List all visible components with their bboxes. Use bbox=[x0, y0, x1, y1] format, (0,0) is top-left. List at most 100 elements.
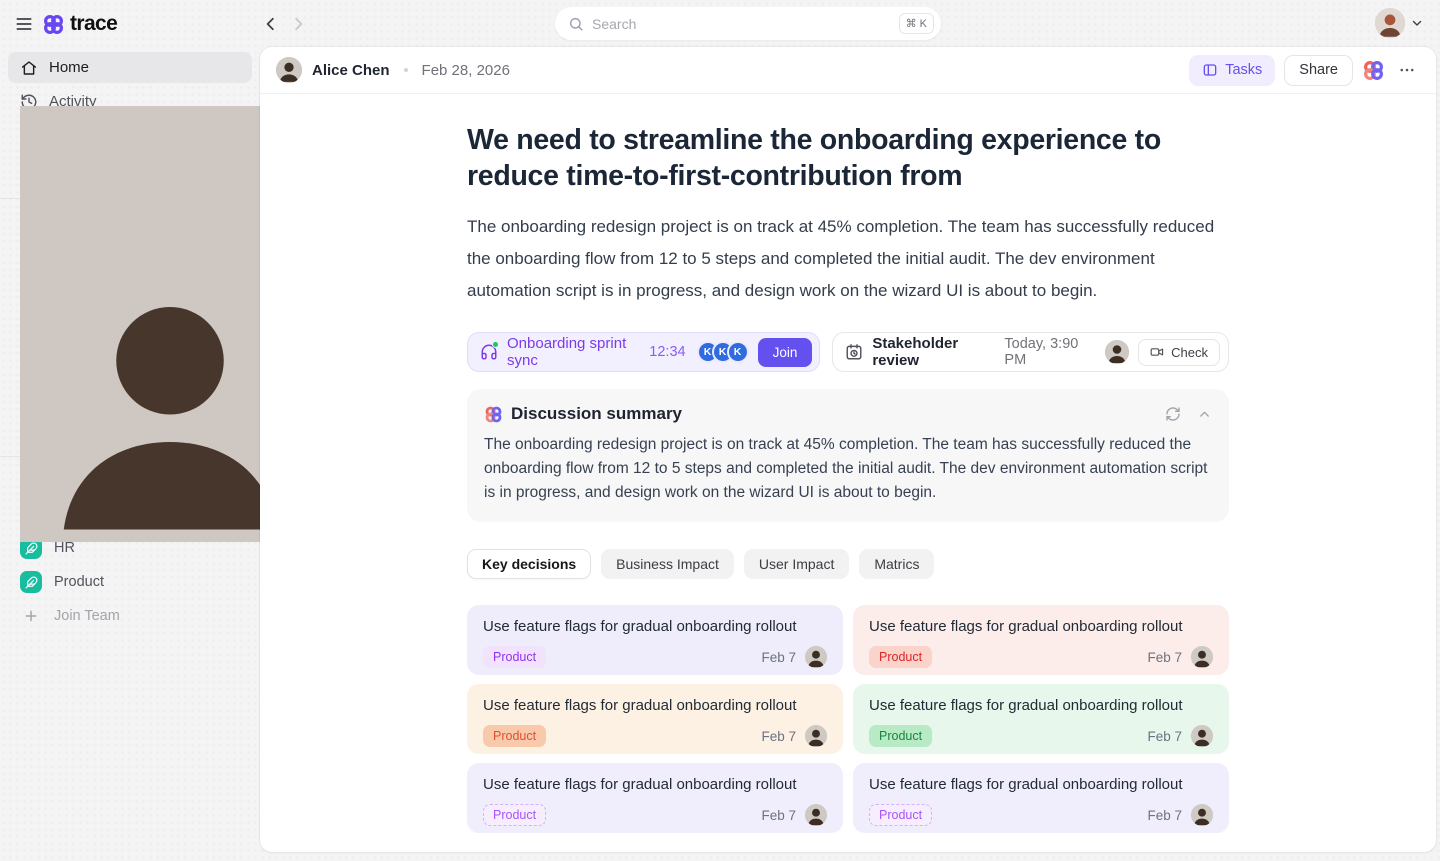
collapse-chevron-icon[interactable] bbox=[1197, 407, 1212, 422]
decision-card-avatar bbox=[1191, 646, 1213, 668]
document-date: Feb 28, 2026 bbox=[422, 62, 510, 79]
decision-card[interactable]: Use feature flags for gradual onboarding… bbox=[853, 763, 1229, 833]
decision-card-tag: Product bbox=[483, 804, 546, 826]
app-logo[interactable]: trace bbox=[42, 12, 117, 36]
decision-card[interactable]: Use feature flags for gradual onboarding… bbox=[467, 763, 843, 833]
panel-left-icon bbox=[1202, 62, 1218, 78]
more-options-button[interactable] bbox=[1394, 57, 1420, 83]
top-bar: trace ⌘ K bbox=[0, 0, 1440, 47]
decision-card-date: Feb 7 bbox=[1147, 650, 1182, 665]
refresh-icon[interactable] bbox=[1165, 406, 1181, 422]
tasks-button[interactable]: Tasks bbox=[1189, 55, 1275, 86]
back-button[interactable] bbox=[262, 15, 280, 33]
decision-card-avatar bbox=[805, 646, 827, 668]
document-body[interactable]: We need to streamline the onboarding exp… bbox=[260, 94, 1436, 852]
calendar-clock-icon bbox=[845, 343, 863, 361]
direct-messages-list: Ava Johnson Noah Williams bbox=[8, 239, 252, 409]
decision-card-date: Feb 7 bbox=[761, 808, 796, 823]
join-button[interactable]: Join bbox=[758, 338, 813, 367]
dot-separator bbox=[404, 68, 408, 72]
hamburger-menu-icon[interactable] bbox=[14, 14, 34, 34]
event-attendee-avatar bbox=[1105, 340, 1129, 364]
meeting-embed[interactable]: Onboarding sprint sync 12:34 KKK Join bbox=[467, 332, 820, 372]
user-avatar bbox=[1375, 8, 1405, 38]
author-avatar[interactable] bbox=[276, 57, 302, 83]
summary-body: The onboarding redesign project is on tr… bbox=[484, 433, 1212, 505]
trace-logo-icon bbox=[42, 13, 65, 36]
plus-icon bbox=[23, 608, 39, 624]
decision-card-date: Feb 7 bbox=[1147, 808, 1182, 823]
decision-cards-grid: Use feature flags for gradual onboarding… bbox=[467, 605, 1229, 833]
join-team-label: Join Team bbox=[54, 608, 120, 624]
section-tabs: Key decisions Business Impact User Impact M… bbox=[467, 549, 1229, 579]
user-menu[interactable] bbox=[1375, 8, 1424, 38]
search-input[interactable] bbox=[592, 16, 891, 32]
decision-card-title: Use feature flags for gradual onboarding… bbox=[483, 618, 827, 635]
decision-card-tag: Product bbox=[869, 725, 932, 747]
chevron-down-icon bbox=[1410, 16, 1424, 30]
home-icon bbox=[20, 59, 38, 77]
team-item[interactable]: Product bbox=[8, 565, 252, 599]
decision-card-title: Use feature flags for gradual onboarding… bbox=[869, 697, 1213, 714]
discussion-summary-card: Discussion summary The onboarding redesi… bbox=[467, 389, 1229, 522]
trace-ai-icon bbox=[484, 405, 503, 424]
decision-card-avatar bbox=[805, 804, 827, 826]
sidebar-item-home[interactable]: Home bbox=[8, 52, 252, 83]
check-button[interactable]: Check bbox=[1138, 339, 1220, 366]
decision-card-tag: Product bbox=[869, 646, 932, 668]
decision-card-avatar bbox=[805, 725, 827, 747]
author-name[interactable]: Alice Chen bbox=[312, 62, 390, 79]
headphones-icon bbox=[480, 343, 498, 361]
feather-icon bbox=[20, 571, 42, 593]
section-tab[interactable]: Business Impact bbox=[601, 549, 734, 579]
share-button[interactable]: Share bbox=[1284, 55, 1353, 86]
decision-card-tag: Product bbox=[483, 646, 546, 668]
section-tab[interactable]: Matrics bbox=[859, 549, 934, 579]
team-name: Product bbox=[54, 574, 104, 590]
event-embed[interactable]: Stakeholder review Today, 3:90 PM Check bbox=[832, 332, 1229, 372]
live-indicator-dot bbox=[492, 341, 499, 348]
decision-card[interactable]: Use feature flags for gradual onboarding… bbox=[853, 684, 1229, 754]
section-tab[interactable]: Key decisions bbox=[467, 549, 591, 579]
meeting-title: Onboarding sprint sync bbox=[507, 335, 640, 369]
check-button-label: Check bbox=[1171, 345, 1208, 360]
app-name: trace bbox=[70, 12, 117, 36]
search-shortcut-badge: ⌘ K bbox=[899, 13, 934, 34]
section-tab[interactable]: User Impact bbox=[744, 549, 849, 579]
search-bar[interactable]: ⌘ K bbox=[555, 7, 941, 40]
header-actions: Tasks Share bbox=[1189, 55, 1420, 86]
decision-card-title: Use feature flags for gradual onboarding… bbox=[869, 618, 1213, 635]
decision-card-date: Feb 7 bbox=[761, 650, 796, 665]
decision-card-tag: Product bbox=[869, 804, 932, 826]
decision-card-avatar bbox=[1191, 725, 1213, 747]
decision-card[interactable]: Use feature flags for gradual onboarding… bbox=[853, 605, 1229, 675]
tasks-button-label: Tasks bbox=[1225, 62, 1262, 78]
decision-card-avatar bbox=[1191, 804, 1213, 826]
decision-card-tag: Product bbox=[483, 725, 546, 747]
event-title: Stakeholder review bbox=[872, 335, 995, 369]
participant-avatars: KKK bbox=[697, 341, 749, 363]
decision-card-date: Feb 7 bbox=[761, 729, 796, 744]
decision-card-title: Use feature flags for gradual onboarding… bbox=[869, 776, 1213, 793]
decision-card[interactable]: Use feature flags for gradual onboarding… bbox=[467, 684, 843, 754]
event-time: Today, 3:90 PM bbox=[1004, 336, 1094, 368]
embeds-row: Onboarding sprint sync 12:34 KKK Join St… bbox=[467, 332, 1229, 372]
decision-card[interactable]: Use feature flags for gradual onboarding… bbox=[467, 605, 843, 675]
forward-button[interactable] bbox=[289, 15, 307, 33]
trace-ai-icon[interactable] bbox=[1362, 59, 1385, 82]
document-title: We need to streamline the onboarding exp… bbox=[467, 122, 1229, 194]
sidebar-item-label: Home bbox=[49, 59, 89, 76]
document-header: Alice Chen Feb 28, 2026 Tasks Share bbox=[260, 47, 1436, 94]
decision-card-title: Use feature flags for gradual onboarding… bbox=[483, 697, 827, 714]
team-name: HR bbox=[54, 540, 75, 556]
share-button-label: Share bbox=[1299, 62, 1338, 78]
participant-avatar: K bbox=[727, 341, 749, 363]
join-team-button[interactable]: Join Team bbox=[8, 599, 252, 633]
sidebar: Home Activity Messages 10 Tasks Direct M… bbox=[0, 47, 260, 861]
video-camera-icon bbox=[1150, 345, 1164, 359]
dm-item[interactable]: Liam Chen bbox=[8, 375, 252, 409]
meeting-timer: 12:34 bbox=[649, 344, 685, 360]
decision-card-title: Use feature flags for gradual onboarding… bbox=[483, 776, 827, 793]
document-intro: The onboarding redesign project is on tr… bbox=[467, 211, 1229, 307]
search-icon bbox=[568, 16, 584, 32]
